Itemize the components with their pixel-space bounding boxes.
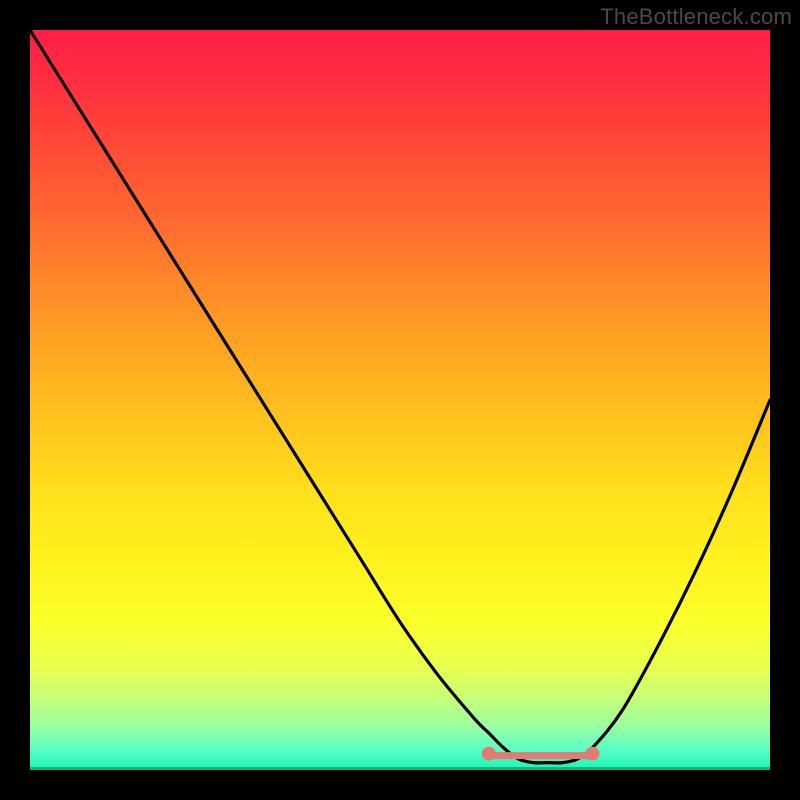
plot-area: [30, 30, 770, 770]
bottleneck-curve: [30, 30, 770, 763]
chart-frame: TheBottleneck.com: [0, 0, 800, 800]
bottleneck-curve-svg: [30, 30, 770, 770]
optimal-range-start-marker: [482, 747, 496, 761]
watermark-text: TheBottleneck.com: [600, 4, 792, 30]
optimal-range-end-marker: [585, 747, 599, 761]
